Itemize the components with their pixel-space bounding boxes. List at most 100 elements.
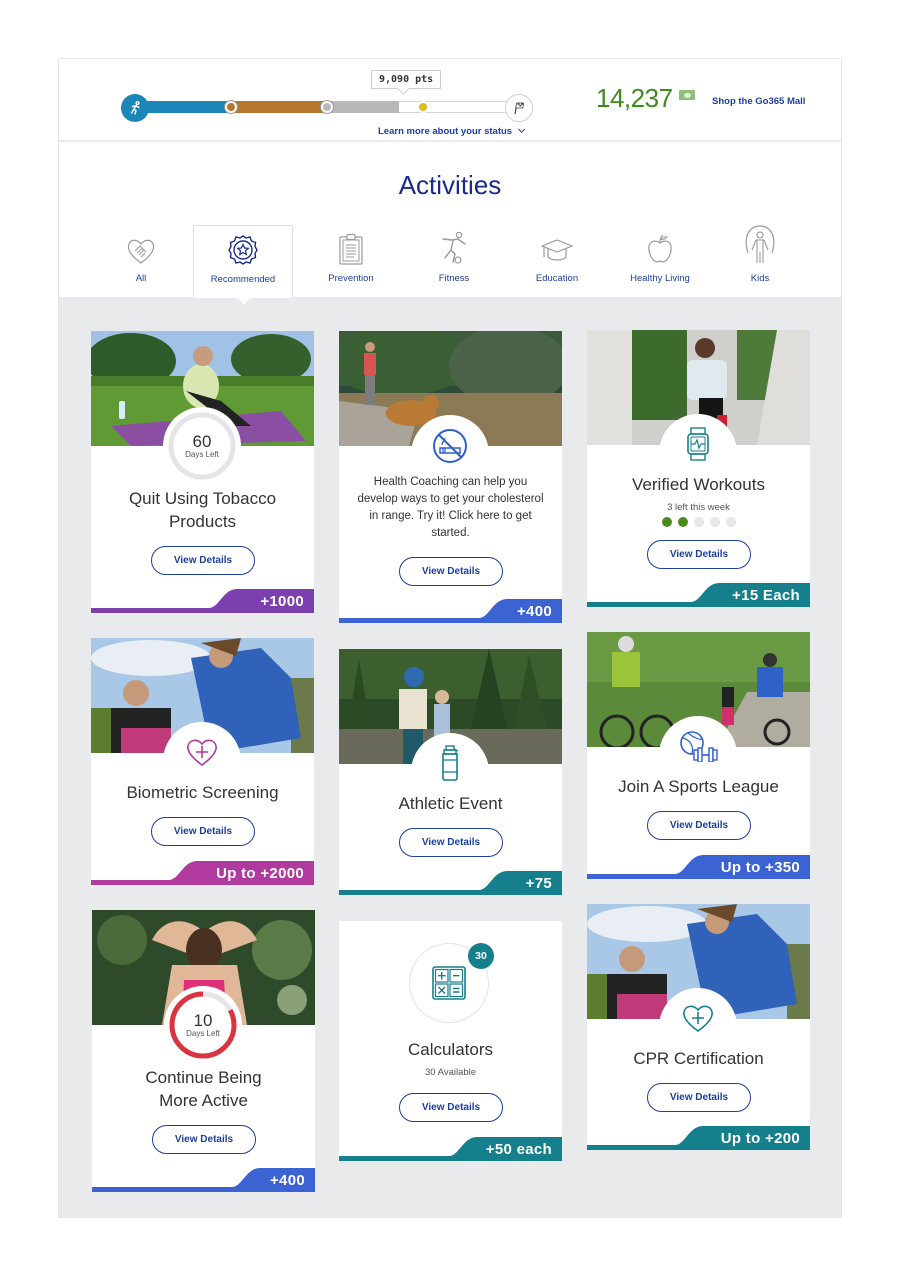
view-details-button[interactable]: View Details (647, 811, 751, 840)
tab-label: Healthy Living (630, 273, 690, 284)
category-tabs: All Recommended Prevention Fitness Educa… (59, 225, 841, 298)
workout-dot-pending (709, 517, 720, 527)
learn-more-label: Learn more about your status (378, 126, 513, 137)
reward-banner: +75 (339, 871, 562, 895)
reward-banner: Up to +2000 (91, 861, 314, 885)
tab-label: Kids (750, 273, 770, 284)
days-left-ring: 60 Days Left (163, 407, 241, 485)
tab-prevention[interactable]: Prevention (301, 225, 401, 297)
reward-points: +400 (517, 603, 552, 620)
activity-card-quit-tobacco[interactable]: 60 Days Left Quit Using Tobacco Products… (91, 331, 314, 613)
tab-label: Fitness (438, 273, 470, 284)
chevron-down-icon (518, 125, 526, 133)
points-progress-bubble: 9,090 pts (371, 70, 442, 89)
card-title: Athletic Event (398, 794, 503, 813)
reward-points: +15 Each (732, 587, 800, 604)
tab-education[interactable]: Education (507, 225, 607, 297)
tab-label: Recommended (210, 274, 276, 285)
jump-rope-kid-icon (743, 225, 777, 265)
reward-points: Up to +200 (720, 1130, 800, 1147)
handshake-heart-icon (126, 225, 156, 265)
reward-banner: +400 (92, 1168, 315, 1192)
days-left-ring: 10 Days Left (164, 986, 242, 1064)
card-subtitle: 30 Available (424, 1067, 477, 1078)
calculator-icon (432, 966, 466, 1000)
workout-dot-complete (661, 517, 672, 527)
apple-icon (646, 225, 674, 265)
reward-points: Up to +2000 (216, 865, 304, 882)
tier-marker-bronze (225, 101, 237, 113)
graduation-cap-icon (540, 225, 574, 265)
activity-card-sports-league[interactable]: Join A Sports League View Details Up to … (587, 632, 810, 879)
available-count-badge: 30 (468, 943, 494, 969)
page-title: Activities (398, 170, 502, 200)
card-title-line: Quit Using Tobacco (128, 489, 277, 508)
tab-label: All (135, 273, 147, 284)
reward-banner: +50 each (339, 1137, 562, 1161)
finish-flag-icon (505, 94, 533, 122)
activity-card-health-coaching[interactable]: Health Coaching can help you develop way… (339, 331, 562, 623)
reward-banner: +400 (339, 599, 562, 623)
progress-segment-bronze (230, 101, 326, 113)
clipboard-icon (338, 225, 364, 265)
view-details-button[interactable]: View Details (647, 540, 751, 569)
tab-label: Prevention (328, 273, 374, 284)
workout-dot-pending (693, 517, 704, 527)
days-left-label: Days Left (185, 450, 219, 459)
card-title: Calculators (407, 1040, 494, 1059)
progress-segment-silver (326, 101, 399, 113)
days-left-number: 10 (193, 1011, 213, 1030)
view-details-button[interactable]: View Details (151, 546, 255, 575)
card-title-line: Products (168, 512, 237, 531)
card-title: Quit Using Tobacco Products (91, 487, 314, 533)
workout-dot-complete (677, 517, 688, 527)
activity-card-verified-workouts[interactable]: Verified Workouts 3 left this week View … (587, 330, 810, 607)
reward-points: +75 (525, 875, 552, 892)
view-details-button[interactable]: View Details (647, 1083, 751, 1112)
points-total: 14,237 (596, 83, 673, 113)
activity-card-cpr-certification[interactable]: CPR Certification View Details Up to +20… (587, 904, 810, 1150)
tab-label: Education (535, 273, 579, 284)
learn-more-status-link[interactable]: Learn more about your status (378, 125, 526, 137)
tab-fitness[interactable]: Fitness (404, 225, 504, 297)
activity-card-calculators[interactable]: 30 Calculators 30 Available View Details… (339, 921, 562, 1161)
reward-banner: +1000 (91, 589, 314, 613)
tier-marker-silver (321, 101, 333, 113)
days-left-number: 60 (192, 432, 212, 451)
cash-icon (679, 90, 695, 100)
card-title: Join A Sports League (618, 777, 779, 796)
active-tab-pointer (237, 297, 251, 305)
view-details-button[interactable]: View Details (399, 828, 503, 857)
view-details-button[interactable]: View Details (399, 557, 503, 586)
card-title: Continue Being More Active (92, 1066, 315, 1112)
card-title: Verified Workouts (632, 475, 765, 494)
workout-dot-pending (725, 517, 736, 527)
tab-healthy-living[interactable]: Healthy Living (610, 225, 710, 297)
reward-banner: +15 Each (587, 583, 810, 607)
workout-progress-dots (587, 517, 810, 527)
tab-kids[interactable]: Kids (710, 225, 810, 297)
status-header: 9,090 pts Learn more about your status 1… (59, 59, 841, 141)
tab-all[interactable]: All (91, 225, 191, 297)
activity-card-continue-active[interactable]: 10 Days Left Continue Being More Active … (92, 910, 315, 1192)
card-title-line: More Active (159, 1091, 248, 1110)
reward-banner: Up to +200 (587, 1126, 810, 1150)
tab-recommended[interactable]: Recommended (193, 225, 293, 298)
card-title: Biometric Screening (126, 783, 279, 802)
shop-mall-link[interactable]: Shop the Go365 Mall (712, 96, 805, 107)
card-title: CPR Certification (633, 1049, 764, 1068)
reward-banner: Up to +350 (587, 855, 810, 879)
view-details-button[interactable]: View Details (151, 817, 255, 846)
reward-points: +400 (270, 1172, 305, 1189)
view-details-button[interactable]: View Details (152, 1125, 256, 1154)
tier-marker-gold (417, 101, 429, 113)
activities-page: 9,090 pts Learn more about your status 1… (58, 58, 842, 1218)
activity-card-biometric-screening[interactable]: Biometric Screening View Details Up to +… (91, 638, 314, 885)
days-left-label: Days Left (186, 1029, 220, 1038)
activity-card-athletic-event[interactable]: Athletic Event View Details +75 (339, 649, 562, 895)
card-description: Health Coaching can help you develop way… (357, 476, 544, 539)
view-details-button[interactable]: View Details (399, 1093, 503, 1122)
runner-icon (121, 94, 149, 122)
award-badge-icon (227, 226, 259, 266)
reward-points: +50 each (485, 1141, 552, 1158)
